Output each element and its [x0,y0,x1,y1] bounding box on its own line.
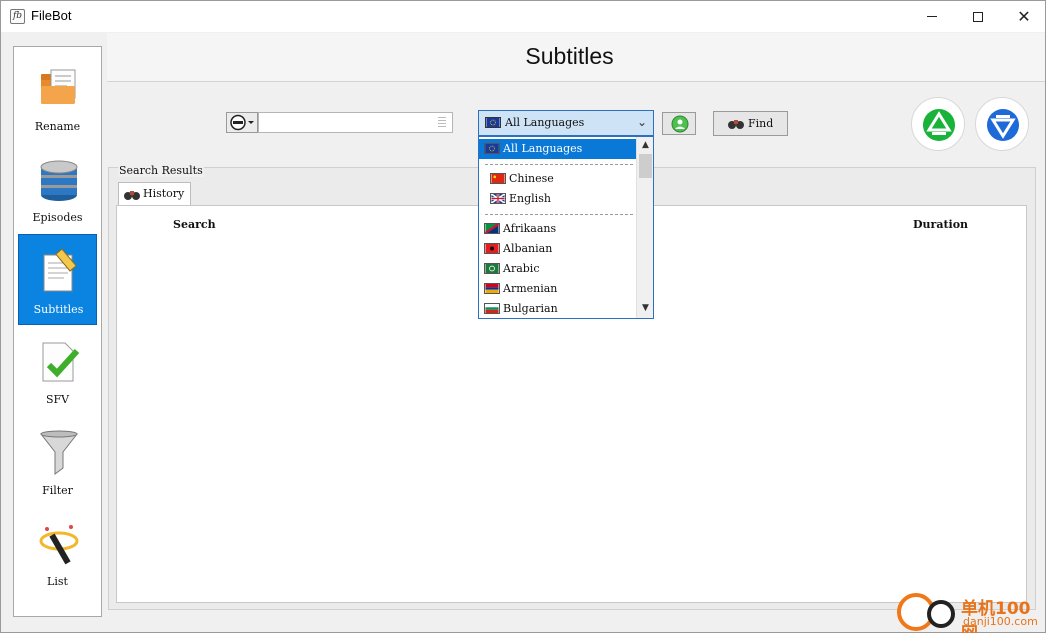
sidebar-item-label: Filter [42,484,73,497]
download-button[interactable] [975,97,1029,151]
binoculars-icon [124,191,140,200]
dropdown-separator [485,164,633,165]
search-input[interactable] [258,112,453,133]
dropdown-scrollbar[interactable]: ▲ ▼ [636,137,653,318]
language-option-albanian[interactable]: Albanian [479,239,637,259]
language-option-label: Albanian [503,242,553,255]
watermark-url: danji100.com [963,615,1038,628]
sidebar-item-list[interactable]: List [18,507,97,598]
sidebar-item-label: List [47,575,68,588]
language-option-label: Bulgarian [503,302,558,315]
maximize-button[interactable] [955,1,1001,32]
language-option-armenian[interactable]: Armenian [479,279,637,299]
search-results-label: Search Results [118,164,204,177]
sidebar-item-rename[interactable]: Rename [18,52,97,143]
language-option-label: Chinese [509,172,554,185]
input-grip-icon [438,117,446,129]
column-header-search[interactable]: Search [173,218,216,231]
sidebar-item-label: Episodes [32,211,83,224]
sidebar-item-label: Subtitles [33,303,84,316]
opensubtitles-icon [230,114,254,131]
chevron-down-icon: ⌄ [636,115,647,129]
tab-history-label: History [143,187,185,200]
find-button-label: Find [748,117,774,130]
checkmark-document-icon [42,342,80,382]
database-icon [40,160,78,201]
armenia-flag-icon [484,283,500,294]
close-icon: ✕ [1017,6,1031,26]
minimize-icon [927,16,937,17]
window-title: FileBot [31,8,72,23]
tab-history[interactable]: History [118,182,191,206]
title-bar: fb FileBot ✕ [1,1,1045,32]
sidebar: Rename Episodes Subtitles SFV Filter Lis… [13,46,102,617]
upload-button[interactable] [911,97,965,151]
dropdown-separator [485,214,633,215]
language-option-afrikaans[interactable]: Afrikaans [479,219,637,239]
sidebar-item-label: SFV [45,393,70,406]
login-button[interactable] [662,112,696,135]
sidebar-item-subtitles[interactable]: Subtitles [18,234,97,325]
language-option-bulgarian[interactable]: Bulgarian [479,299,637,318]
binoculars-icon [728,120,744,129]
download-icon [987,109,1019,141]
minimize-button[interactable] [909,1,955,32]
subtitles-document-icon [43,248,77,292]
sidebar-item-sfv[interactable]: SFV [18,325,97,416]
language-option-label: Arabic [503,262,540,275]
bulgaria-flag-icon [484,303,500,314]
uk-flag-icon [490,193,506,204]
panel-header: Subtitles [107,33,1045,82]
language-option-label: English [509,192,551,205]
watermark: 单机100网 danji100.com [897,593,1045,633]
language-option-english[interactable]: English [479,189,637,209]
namibia-flag-icon [484,223,500,234]
filebot-window: fb FileBot ✕ Rename Episodes Subtitles S… [0,0,1046,633]
provider-selector-button[interactable] [226,112,258,133]
language-combo[interactable]: All Languages ⌄ [478,110,654,136]
eu-flag-icon [485,117,501,128]
china-flag-icon [490,173,506,184]
saudi-flag-icon [484,263,500,274]
upload-icon [923,109,955,141]
language-option-all[interactable]: All Languages [479,139,637,159]
language-option-arabic[interactable]: Arabic [479,259,637,279]
language-option-chinese[interactable]: Chinese [479,169,637,189]
language-dropdown-list[interactable]: All Languages Chinese English Afrikaans … [478,136,654,319]
language-combo-value: All Languages [505,116,585,129]
language-option-label: All Languages [503,142,583,155]
sidebar-item-episodes[interactable]: Episodes [18,143,97,234]
find-button[interactable]: Find [713,111,788,136]
magic-wand-icon [39,525,79,565]
albania-flag-icon [484,243,500,254]
scrollbar-thumb[interactable] [639,154,652,178]
maximize-icon [973,11,983,22]
scroll-up-icon[interactable]: ▲ [637,140,653,150]
watermark-logo-icon [927,600,955,628]
language-option-label: Afrikaans [503,222,557,235]
eu-flag-icon [484,143,500,154]
user-icon [671,115,689,133]
scroll-down-icon[interactable]: ▼ [637,303,653,313]
page-title: Subtitles [525,43,614,69]
column-header-duration[interactable]: Duration [913,218,968,231]
language-option-label: Armenian [503,282,558,295]
folder-rename-icon [41,69,76,104]
funnel-icon [39,430,79,475]
close-button[interactable]: ✕ [1001,1,1046,32]
app-icon: fb [10,9,25,24]
sidebar-item-label: Rename [34,120,81,133]
sidebar-item-filter[interactable]: Filter [18,416,97,507]
